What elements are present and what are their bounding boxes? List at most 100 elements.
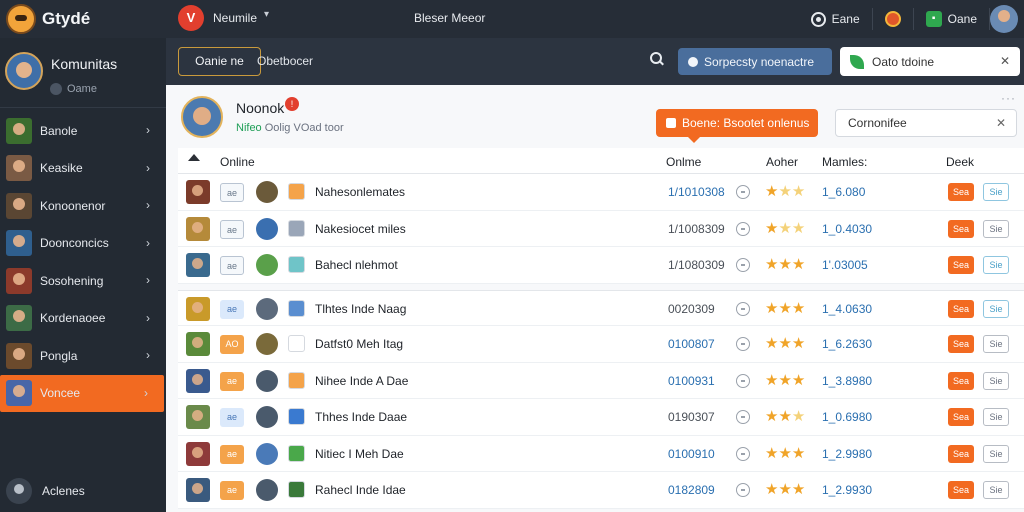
row-action-button[interactable]: Sea bbox=[948, 299, 974, 318]
notification-button[interactable] bbox=[873, 8, 914, 30]
online-tooltip: Boene: Bsootet onlenus bbox=[656, 109, 818, 143]
select-radio[interactable] bbox=[736, 373, 750, 388]
sidebar-item-keasike[interactable]: Keasike › bbox=[0, 150, 166, 188]
row-secondary-button[interactable]: Sie bbox=[983, 444, 1009, 463]
row-action-button[interactable]: Sea bbox=[948, 256, 974, 274]
community-avatar bbox=[5, 52, 43, 90]
row-action-button[interactable]: Sea bbox=[948, 444, 974, 463]
select-radio[interactable] bbox=[736, 301, 750, 316]
game-thumbnail bbox=[186, 296, 210, 321]
sub-label[interactable]: Obetbocer bbox=[257, 54, 313, 68]
sidebar-item-doonconcics[interactable]: Doonconcics › bbox=[0, 225, 166, 263]
community-header[interactable]: Komunitas Oame bbox=[0, 38, 166, 108]
row-online: 1/1008309 bbox=[668, 221, 725, 236]
table-row[interactable]: ae Bahecl nlehmot 1/1080309 ★★★ 1'.03005 Sea S… bbox=[178, 247, 1024, 284]
star-icon: ★ bbox=[791, 183, 806, 200]
row-action-button[interactable]: Sea bbox=[948, 408, 974, 426]
row-value: 1_0.6980 bbox=[822, 410, 873, 424]
row-secondary-button[interactable]: Sie bbox=[983, 256, 1009, 274]
row-value: 1_6.080 bbox=[822, 185, 866, 199]
table-row[interactable]: ae Tlhtes Inde Naag 0020309 ★★★ 1_4.0630 Sea S… bbox=[178, 289, 1024, 326]
chevron-right-icon: › bbox=[146, 123, 150, 137]
row-action-button[interactable]: Sea bbox=[948, 481, 974, 499]
row-secondary-button[interactable]: Sie bbox=[983, 183, 1009, 201]
column-header-mamles[interactable]: Mamles: bbox=[822, 155, 867, 169]
app-switcher-icon[interactable]: V bbox=[178, 5, 204, 31]
select-radio[interactable] bbox=[736, 410, 750, 424]
sidebar-item-konoonenor[interactable]: Konoonenor › bbox=[0, 187, 166, 225]
close-icon[interactable]: ✕ bbox=[996, 110, 1006, 136]
table-row[interactable]: ae Nihee Inde A Dae 0100931 ★★★ 1_3.8980 Sea S… bbox=[178, 362, 1024, 399]
select-radio[interactable] bbox=[736, 337, 750, 351]
sidebar-item-kordenaoee[interactable]: Kordenaoee › bbox=[0, 300, 166, 338]
star-icon: ★ bbox=[791, 299, 806, 317]
tooltip-text: Boene: Bsootet onlenus bbox=[682, 116, 810, 130]
row-secondary-button[interactable]: Sie bbox=[983, 299, 1009, 318]
star-icon: ★ bbox=[791, 481, 806, 498]
row-action-button[interactable]: Sea bbox=[948, 335, 974, 353]
table-row[interactable]: ae Nahesonlemates 1/1010308 ★★★ 1_6.080 Sea Si… bbox=[178, 174, 1024, 211]
row-action-button[interactable]: Sea bbox=[948, 371, 974, 390]
avatar[interactable] bbox=[990, 5, 1018, 33]
row-online: 1/1010308 bbox=[668, 185, 725, 199]
game-thumbnail bbox=[186, 478, 210, 502]
green-square-icon: ▪ bbox=[925, 11, 942, 27]
tab-game[interactable]: Oanie ne bbox=[178, 47, 261, 76]
row-action-button[interactable]: Sea bbox=[948, 183, 974, 201]
row-value: 1_2.9980 bbox=[822, 446, 873, 461]
sidebar-item-banole[interactable]: Banole › bbox=[0, 112, 166, 150]
table-row[interactable]: ae Thhes Inde Daae 0190307 ★★★ 1_0.6980 Sea Si… bbox=[178, 399, 1024, 436]
sidebar-item-label: Doonconcics bbox=[40, 236, 109, 251]
chevron-down-icon[interactable]: ▾ bbox=[264, 9, 269, 20]
status-label: Eane bbox=[831, 12, 860, 26]
row-name: Nihee Inde A Dae bbox=[315, 373, 409, 388]
compare-input[interactable]: Cornonifee ✕ bbox=[835, 109, 1017, 137]
row-value: 1_6.2630 bbox=[822, 337, 873, 351]
sidebar-item-settings[interactable]: Aclenes bbox=[0, 470, 166, 512]
more-icon[interactable]: ··· bbox=[1001, 91, 1016, 105]
column-header-onlme[interactable]: Onlme bbox=[666, 155, 701, 169]
row-secondary-button[interactable]: Sie bbox=[983, 408, 1009, 426]
pill-dot-icon bbox=[688, 56, 698, 67]
sidebar-item-voncee[interactable]: Voncee › bbox=[0, 374, 164, 412]
community-sub: Oame bbox=[50, 83, 97, 95]
status-button[interactable]: Eane bbox=[799, 8, 873, 30]
select-radio[interactable] bbox=[736, 221, 750, 236]
row-value: 1_4.0630 bbox=[822, 301, 873, 316]
filter-input[interactable]: Oato tdoine ✕ bbox=[840, 47, 1020, 76]
home-icon[interactable] bbox=[188, 154, 200, 161]
status-green: Nifeo bbox=[236, 122, 262, 134]
sidebar-item-pongla[interactable]: Pongla › bbox=[0, 337, 166, 375]
row-secondary-button[interactable]: Sie bbox=[983, 219, 1009, 238]
select-radio[interactable] bbox=[736, 185, 750, 199]
game-icon bbox=[256, 479, 278, 501]
row-secondary-button[interactable]: Sie bbox=[983, 371, 1009, 390]
search-pill-button[interactable]: Sorpecsty noenactre bbox=[678, 48, 832, 75]
column-header-aoher[interactable]: Aoher bbox=[766, 155, 798, 169]
search-icon[interactable] bbox=[650, 52, 664, 66]
select-radio[interactable] bbox=[736, 483, 750, 497]
row-secondary-button[interactable]: Sie bbox=[983, 481, 1009, 499]
table-row[interactable]: ae Rahecl Inde Idae 0182809 ★★★ 1_2.9930 Sea S… bbox=[178, 472, 1024, 509]
star-icon: ★ bbox=[765, 183, 779, 200]
profile-avatar[interactable] bbox=[181, 96, 223, 138]
sidebar-item-sosohening[interactable]: Sosohening › bbox=[0, 262, 166, 300]
column-header-online[interactable]: Online bbox=[220, 155, 255, 169]
row-online: 0100910 bbox=[668, 446, 715, 461]
alert-badge-icon[interactable]: ! bbox=[285, 97, 299, 111]
close-icon[interactable]: ✕ bbox=[1000, 54, 1010, 68]
game-button[interactable]: ▪ Oane bbox=[914, 8, 990, 30]
column-header-deek[interactable]: Deek bbox=[946, 155, 974, 169]
app-name[interactable]: Neumile bbox=[213, 11, 257, 25]
chevron-right-icon: › bbox=[146, 310, 150, 325]
table-row[interactable]: AO Datfst0 Meh Itag 0100807 ★★★ 1_6.2630 Sea S… bbox=[178, 326, 1024, 363]
select-radio[interactable] bbox=[736, 446, 750, 461]
row-action-button[interactable]: Sea bbox=[948, 219, 974, 238]
logo-text: Gtydé bbox=[42, 9, 91, 28]
row-secondary-button[interactable]: Sie bbox=[983, 335, 1009, 353]
app-logo[interactable]: Gtydé bbox=[6, 4, 90, 34]
table-row[interactable]: ae Nitiec I Meh Dae 0100910 ★★★ 1_2.9980 Sea S… bbox=[178, 435, 1024, 472]
select-radio[interactable] bbox=[736, 258, 750, 272]
table-row[interactable]: ae Nakesiocet miles 1/1008309 ★★★ 1_0.4030 Se… bbox=[178, 210, 1024, 247]
tag-icon bbox=[288, 183, 305, 200]
